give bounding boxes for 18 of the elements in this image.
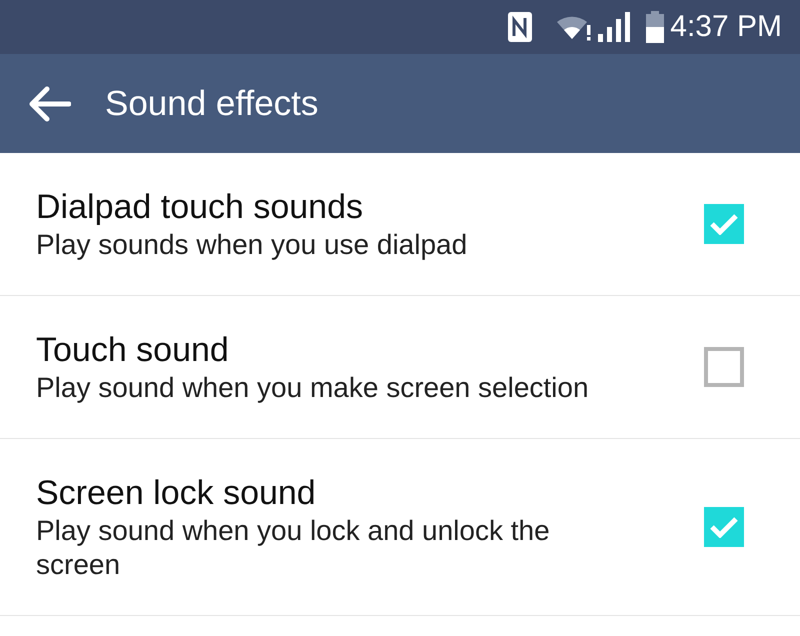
nfc-icon (508, 12, 532, 42)
checkbox[interactable] (704, 204, 744, 244)
setting-summary: Play sound when you lock and unlock the screen (36, 514, 551, 582)
checkmark-icon (710, 516, 738, 538)
battery-icon (646, 11, 664, 43)
back-button[interactable] (28, 84, 72, 124)
checkmark-icon (710, 213, 738, 235)
signal-icon (598, 12, 630, 42)
setting-summary: Play sound when you make screen selection (36, 371, 589, 405)
checkbox[interactable] (704, 347, 744, 387)
setting-title: Screen lock sound (36, 473, 316, 514)
back-arrow-icon (29, 86, 71, 122)
setting-summary: Play sounds when you use dialpad (36, 228, 468, 262)
setting-title: Touch sound (36, 330, 229, 371)
checkbox[interactable] (704, 507, 744, 547)
status-time: 4:37 PM (670, 12, 782, 42)
screen-title: Sound effects (105, 86, 318, 121)
setting-title: Dialpad touch sounds (36, 187, 364, 228)
